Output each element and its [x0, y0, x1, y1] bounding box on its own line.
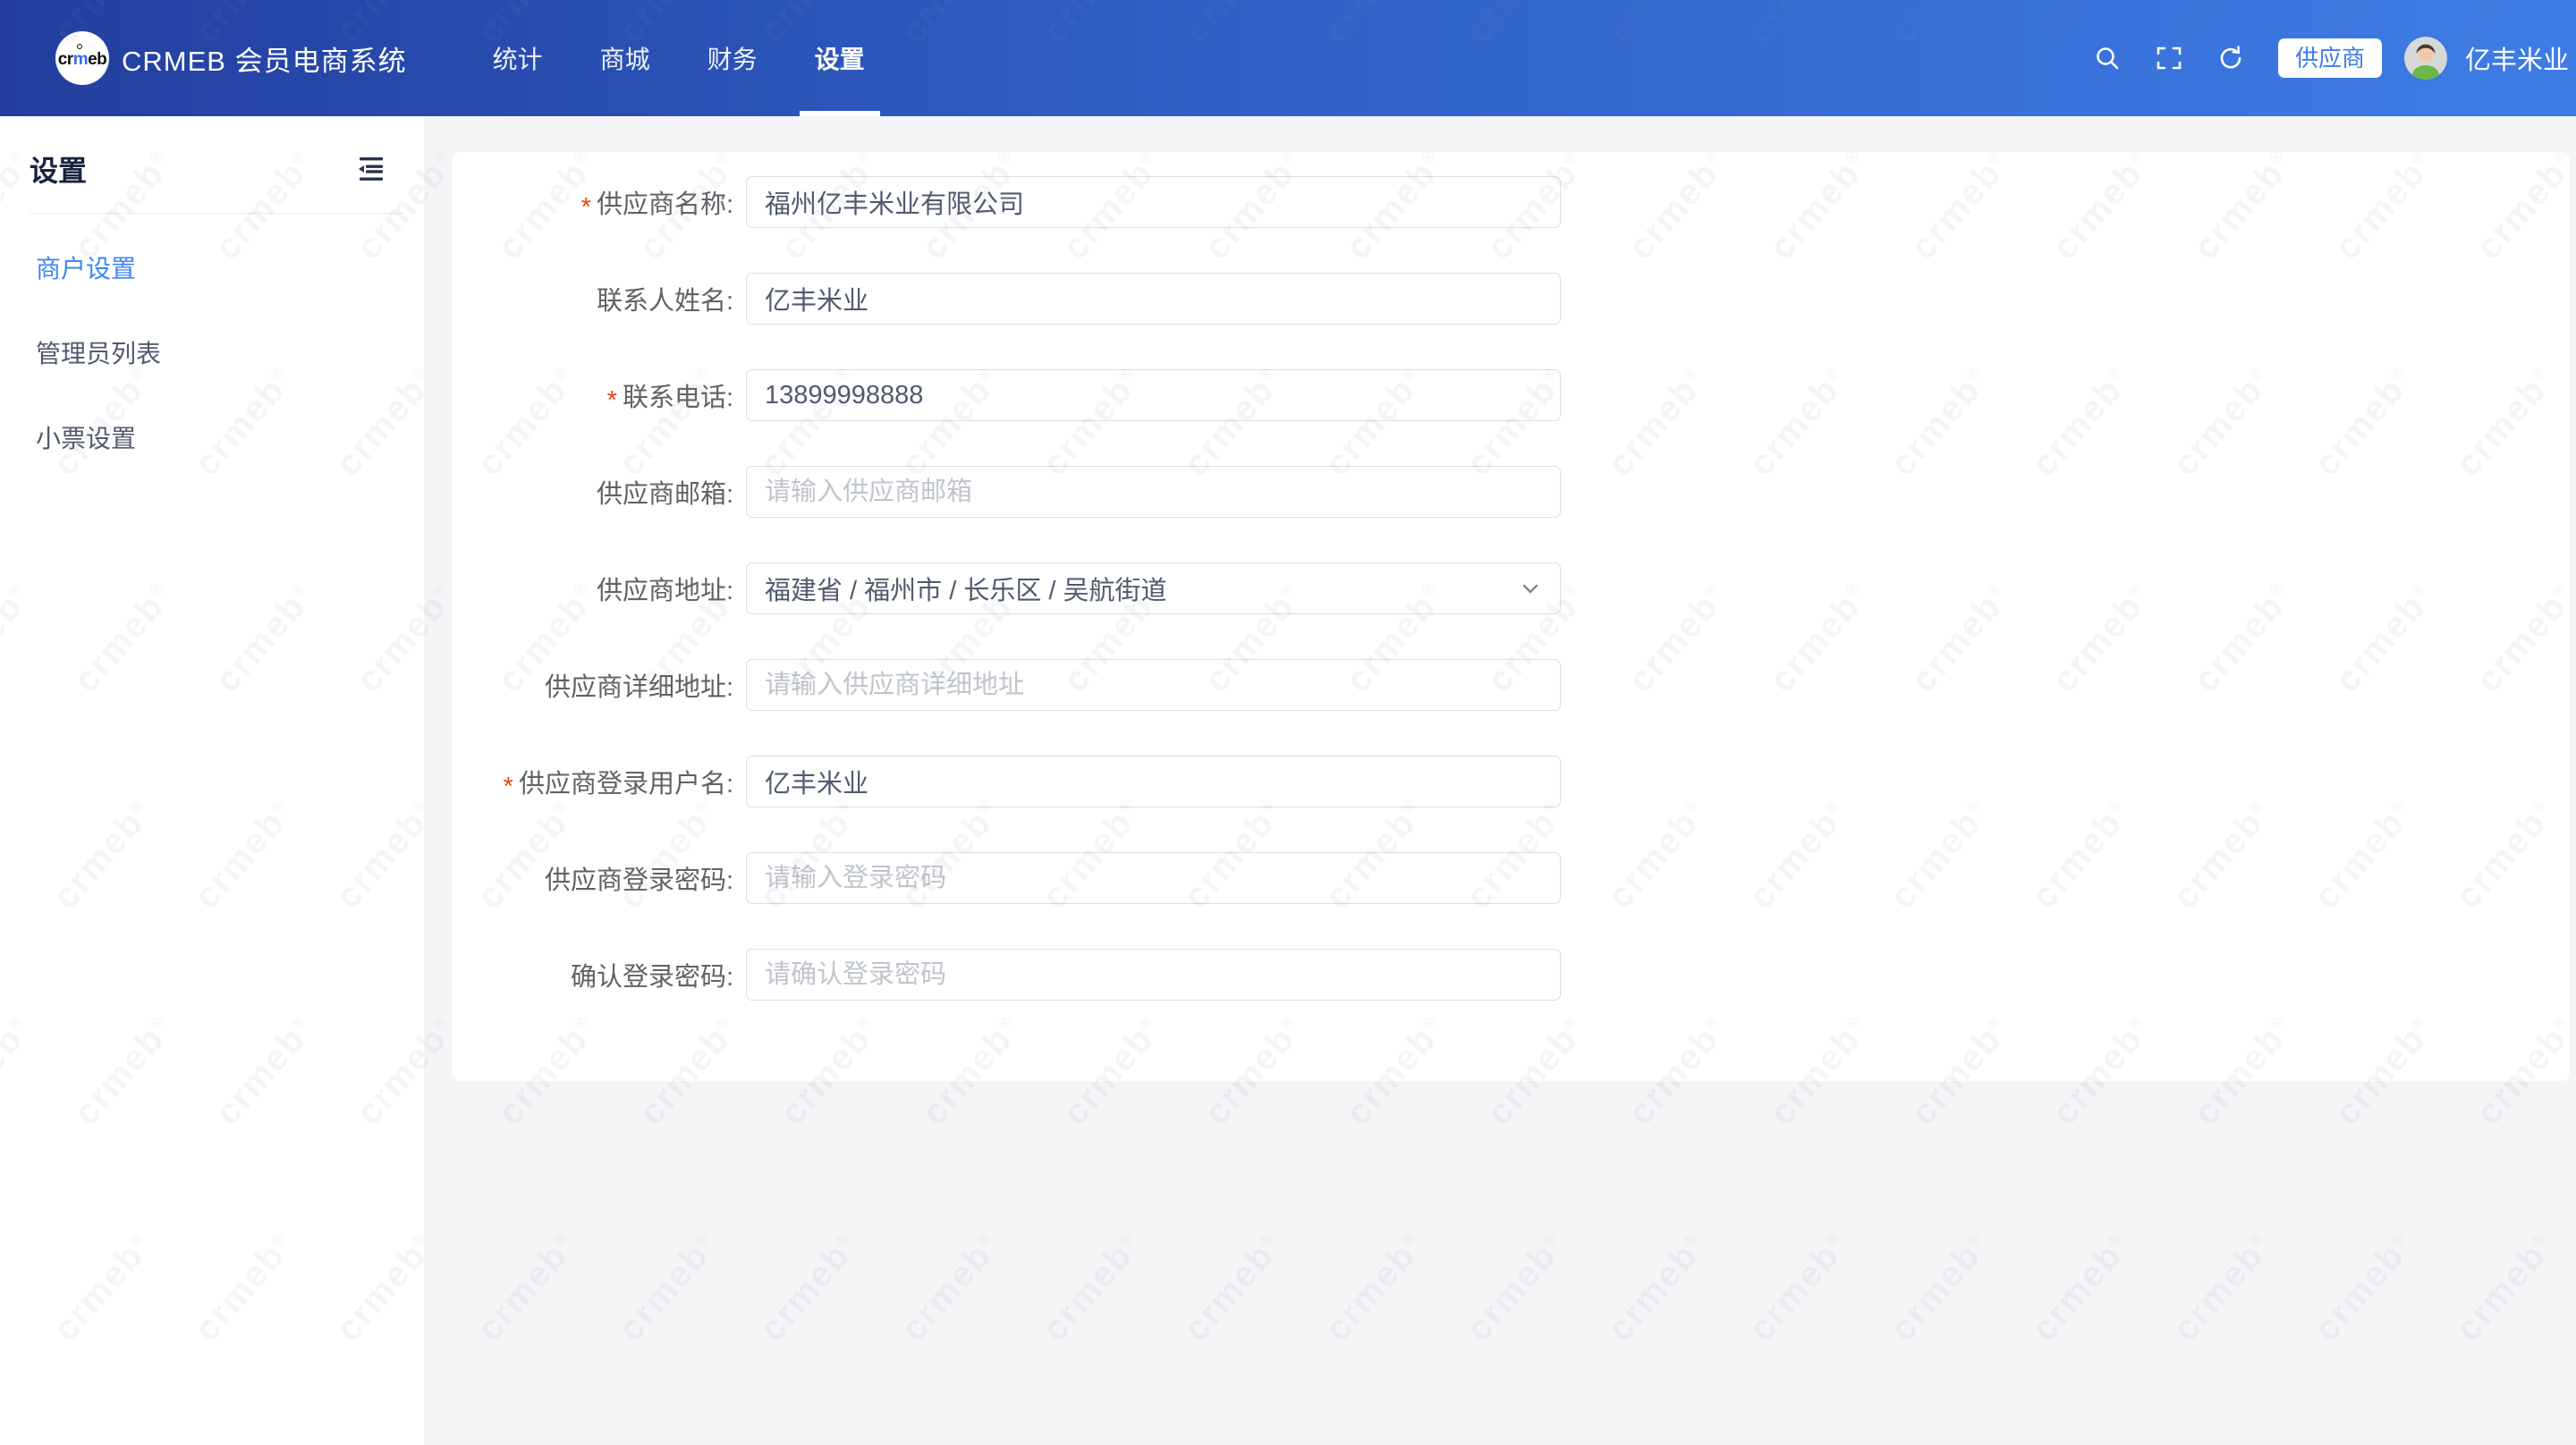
avatar[interactable] — [2404, 37, 2447, 80]
main-content: *供应商名称: 联系人姓名: *联系电话: 供应商邮箱: 供应商地址: 福建省 … — [424, 116, 2576, 1445]
menu-fold-icon[interactable] — [358, 156, 385, 182]
required-mark: * — [607, 386, 617, 415]
sidebar-title: 设置 — [30, 148, 87, 190]
form-row-supplier-name: *供应商名称: — [452, 176, 2570, 228]
contact-name-input[interactable] — [746, 273, 1561, 325]
supplier-address-detail-input[interactable] — [746, 659, 1561, 711]
chevron-down-icon — [1519, 577, 1542, 600]
form-row-contact-phone: *联系电话: — [452, 369, 2570, 421]
supplier-login-username-input[interactable] — [746, 756, 1561, 807]
nav-tab-finance[interactable]: 财务 — [692, 0, 773, 116]
form-row-confirm-password: 确认登录密码: — [452, 949, 2570, 1001]
sidebar-menu: 商户设置 管理员列表 小票设置 — [0, 214, 424, 464]
app-title: CRMEB 会员电商系统 — [122, 38, 407, 79]
supplier-name-input[interactable] — [746, 176, 1561, 228]
merchant-settings-form-card: *供应商名称: 联系人姓名: *联系电话: 供应商邮箱: 供应商地址: 福建省 … — [452, 152, 2570, 1081]
sidebar-item-merchant-settings[interactable]: 商户设置 — [0, 244, 424, 294]
role-badge: 供应商 — [2278, 38, 2382, 79]
active-tab-underline — [800, 111, 880, 116]
required-mark: * — [504, 773, 513, 801]
sidebar: 设置 商户设置 管理员列表 小票设置 — [0, 116, 424, 1445]
crmeb-logo: crmeb — [55, 31, 109, 85]
supplier-login-password-input[interactable] — [746, 852, 1561, 904]
form-row-login-username: *供应商登录用户名: — [452, 756, 2570, 807]
form-row-contact-name: 联系人姓名: — [452, 273, 2570, 325]
supplier-email-input[interactable] — [746, 466, 1561, 518]
app-root: crmeb CRMEB 会员电商系统 统计 商城 财务 设置 — [0, 0, 2576, 1445]
header-username[interactable]: 亿丰米业 — [2465, 39, 2569, 77]
app-header: crmeb CRMEB 会员电商系统 统计 商城 财务 设置 — [0, 0, 2576, 116]
confirm-login-password-input[interactable] — [746, 949, 1561, 1001]
contact-phone-input[interactable] — [746, 369, 1561, 421]
top-nav: 统计 商城 财务 设置 — [464, 0, 894, 116]
form-row-login-password: 供应商登录密码: — [452, 852, 2570, 904]
nav-tab-statistics[interactable]: 统计 — [478, 0, 558, 116]
refresh-icon[interactable] — [2216, 44, 2245, 72]
logo-text: crmeb — [58, 50, 107, 70]
nav-tab-mall[interactable]: 商城 — [585, 0, 665, 116]
required-mark: * — [581, 193, 591, 222]
nav-tab-settings[interactable]: 设置 — [800, 0, 880, 116]
sidebar-item-admin-list[interactable]: 管理员列表 — [0, 329, 424, 379]
sidebar-item-receipt-settings[interactable]: 小票设置 — [0, 414, 424, 464]
search-icon[interactable] — [2093, 44, 2122, 72]
fullscreen-icon[interactable] — [2155, 44, 2183, 72]
form-row-supplier-address: 供应商地址: 福建省 / 福州市 / 长乐区 / 吴航街道 — [452, 562, 2570, 614]
form-row-supplier-email: 供应商邮箱: — [452, 466, 2570, 518]
form-row-supplier-address-detail: 供应商详细地址: — [452, 659, 2570, 711]
header-right: 供应商 亿丰米业 — [2093, 0, 2576, 116]
supplier-address-select[interactable]: 福建省 / 福州市 / 长乐区 / 吴航街道 — [746, 562, 1561, 614]
logo-ring-icon — [77, 44, 82, 49]
